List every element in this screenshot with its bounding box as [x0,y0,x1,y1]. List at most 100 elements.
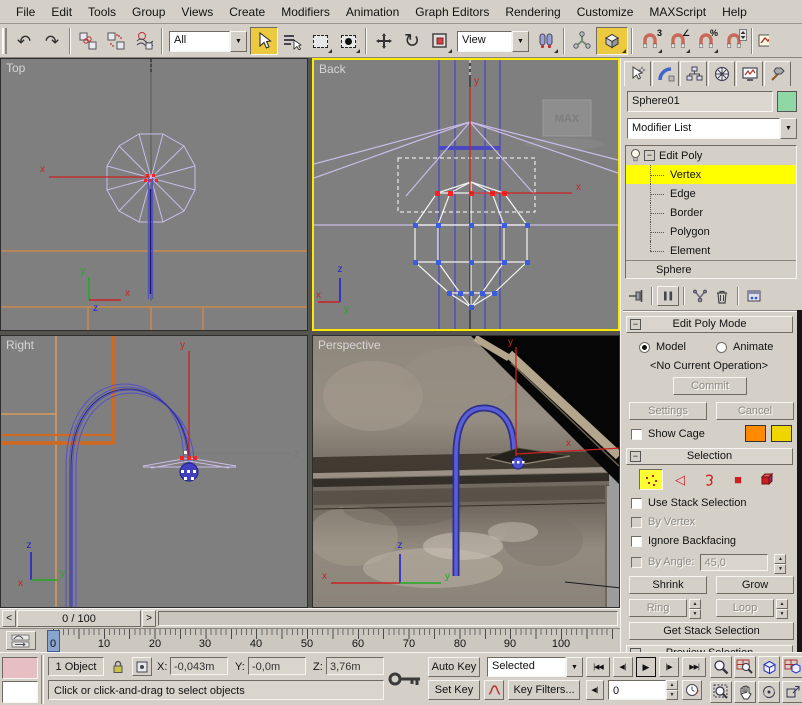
stack-row-element[interactable]: Element [626,241,796,260]
auto-key-button[interactable]: Auto Key [428,657,480,677]
rollout-selection[interactable]: − Selection [626,448,793,465]
viewport-top-label[interactable]: Top [6,61,25,75]
use-pivot-center-button[interactable] [532,27,560,55]
scrollbar-thumb[interactable] [797,310,802,652]
mini-curve-editor-button[interactable] [6,631,36,650]
checkbox-icon[interactable] [631,498,642,509]
menu-item-help[interactable]: Help [714,3,755,21]
checkbox-icon[interactable] [631,429,642,440]
selection-lock-toggle[interactable] [108,657,128,676]
time-slider-handle[interactable]: 0 / 100 [17,610,141,627]
viewport-top[interactable]: Top [0,58,308,331]
spinner-down-icon[interactable]: ▼ [776,609,788,619]
cancel-button[interactable]: Cancel [716,402,794,420]
rollout-preview-selection[interactable]: − Preview Selection [626,645,793,652]
cage-color-swatch-2[interactable] [771,425,792,442]
model-radio[interactable]: Model [639,340,686,354]
radio-icon[interactable] [716,342,727,353]
viewport-perspective-label[interactable]: Perspective [318,338,381,352]
angle-snap-toggle-button[interactable]: ∠ [664,27,692,55]
menu-item-edit[interactable]: Edit [43,3,80,21]
dropdown-arrow-icon[interactable]: ▼ [566,657,583,677]
selection-filter-dropdown[interactable]: All ▼ [169,31,247,52]
key-filters-button[interactable]: Key Filters... [508,680,580,700]
key-mode-toggle-button[interactable]: ◀| [586,680,604,700]
object-name-field[interactable]: Sphere01 [627,91,773,112]
set-key-button[interactable]: Set Key [428,680,480,700]
bind-to-space-warp-button[interactable] [130,27,158,55]
key-filter-scope-dropdown[interactable]: Selected ▼ [487,657,583,677]
radio-icon[interactable] [639,342,650,353]
grow-button[interactable]: Grow [716,576,794,594]
undo-button[interactable]: ↶ [10,27,38,55]
make-unique-button[interactable] [689,286,711,306]
select-and-manipulate-button[interactable] [568,27,596,55]
stack-row-vertex[interactable]: Vertex [626,165,796,184]
viewport-right[interactable]: Right y [0,335,308,608]
select-and-link-button[interactable] [74,27,102,55]
polygon-mode-button[interactable]: ■ [726,469,750,490]
spinner-down-icon[interactable]: ▼ [689,609,701,619]
select-by-name-button[interactable] [278,27,306,55]
ring-button[interactable]: Ring [629,599,687,617]
border-mode-button[interactable] [697,469,721,490]
modifier-list-dropdown[interactable]: Modifier List ▼ [627,118,797,139]
frame-ruler[interactable]: 0 10 20 30 40 50 60 70 80 90 100 [45,629,615,653]
percent-snap-toggle-button[interactable]: % [692,27,720,55]
viewport-back[interactable]: Back MAX [312,58,620,331]
listener-splitter[interactable] [41,655,44,704]
maxscript-mini-listener-macro[interactable] [2,657,38,679]
maxscript-mini-listener[interactable] [2,681,38,703]
tab-display[interactable] [736,61,763,86]
shrink-button[interactable]: Shrink [629,576,707,594]
named-selection-sets-button[interactable] [756,27,770,55]
commit-button[interactable]: Commit [673,377,747,395]
select-and-move-button[interactable] [370,27,398,55]
zoom-extents-all-button[interactable] [782,656,802,678]
region-zoom-button[interactable] [710,681,732,703]
menu-item-maxscript[interactable]: MAXScript [641,3,714,21]
viewport-right-label[interactable]: Right [6,338,34,352]
spinner-up-icon[interactable]: ▲ [774,554,786,564]
go-to-end-button[interactable]: ▶▶| [682,657,706,677]
dropdown-arrow-icon[interactable]: ▼ [780,118,797,139]
expand-collapse-icon[interactable]: − [644,150,655,161]
dropdown-arrow-icon[interactable]: ▼ [512,31,529,52]
time-configuration-button[interactable] [682,680,702,700]
show-cage-checkbox[interactable]: Show Cage [631,427,705,441]
vertex-mode-button[interactable] [639,469,663,490]
spinner-down-icon[interactable]: ▼ [774,564,786,574]
next-frame-arrow[interactable]: > [142,610,156,627]
spinner-down-icon[interactable]: ▼ [666,690,678,700]
menu-item-group[interactable]: Group [124,3,173,21]
checkbox-icon[interactable] [631,536,642,547]
stack-row-border[interactable]: Border [626,203,796,222]
go-to-start-button[interactable]: |◀◀ [586,657,610,677]
object-color-swatch[interactable] [777,91,797,112]
element-mode-button[interactable] [755,469,779,490]
unlink-selection-button[interactable] [102,27,130,55]
current-frame-field[interactable]: 0 [608,680,666,700]
remove-modifier-button[interactable] [711,286,733,306]
zoom-all-button[interactable] [734,656,756,678]
edge-mode-button[interactable]: ◁ [668,469,692,490]
rectangular-selection-region-button[interactable] [306,27,334,55]
spinner-up-icon[interactable]: ▲ [689,599,701,609]
zoom-extents-button[interactable] [758,656,780,678]
next-frame-button[interactable]: |▶ [659,657,679,677]
by-angle-spinner[interactable]: ▲ ▼ [774,554,786,571]
y-coord-field[interactable]: -0,0m [248,657,306,675]
settings-button[interactable]: Settings [629,402,707,420]
dropdown-arrow-icon[interactable]: ▼ [230,31,247,52]
x-coord-field[interactable]: -0,043m [170,657,228,675]
menu-item-customize[interactable]: Customize [569,3,642,21]
z-coord-field[interactable]: 3,76m [326,657,384,675]
absolute-offset-toggle[interactable] [132,657,152,676]
snap-3d-toggle-button[interactable]: 3 [636,27,664,55]
stack-row-edge[interactable]: Edge [626,184,796,203]
menu-item-animation[interactable]: Animation [338,3,407,21]
previous-frame-button[interactable]: ◀| [613,657,633,677]
use-stack-selection-checkbox[interactable]: Use Stack Selection [631,496,746,510]
play-button[interactable]: ▶ [636,657,656,677]
maximize-viewport-toggle[interactable] [782,681,802,703]
